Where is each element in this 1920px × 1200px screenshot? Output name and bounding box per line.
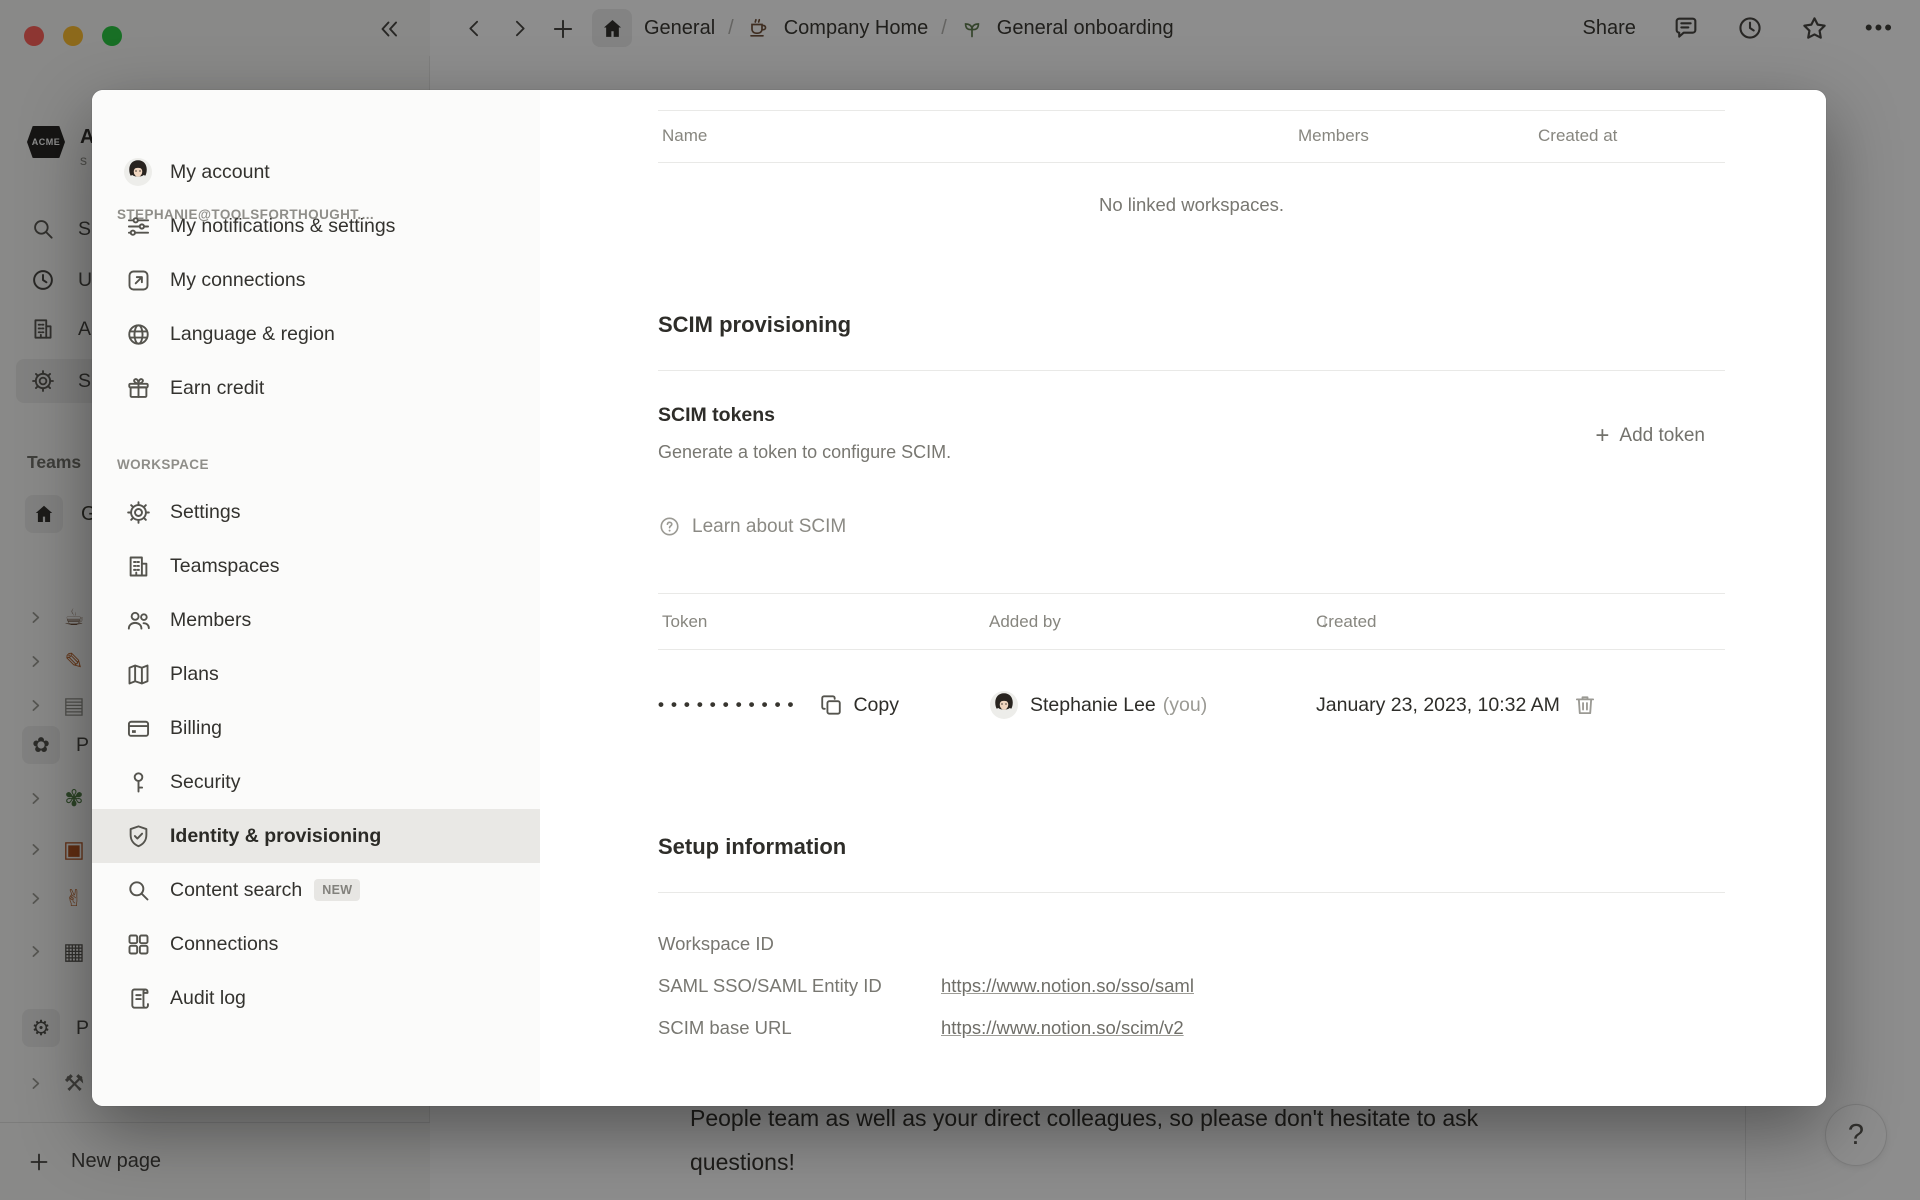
scim-provisioning-heading: SCIM provisioning bbox=[658, 312, 851, 338]
add-token-button[interactable]: + Add token bbox=[1595, 425, 1705, 447]
grid-icon bbox=[122, 928, 154, 960]
settings-item-teamspaces[interactable]: Teamspaces bbox=[92, 539, 540, 593]
scroll-icon bbox=[122, 982, 154, 1014]
settings-item-my-connections[interactable]: My connections bbox=[92, 253, 540, 307]
workspace-section-header: WORKSPACE bbox=[117, 457, 209, 472]
column-header-created-at: Created at bbox=[1538, 126, 1617, 146]
token-table-header: Token Added by Created ↓ bbox=[658, 593, 1725, 650]
sliders-icon bbox=[122, 210, 154, 242]
settings-item-language-region[interactable]: Language & region bbox=[92, 307, 540, 361]
settings-item-security[interactable]: Security bbox=[92, 755, 540, 809]
settings-item-members[interactable]: Members bbox=[92, 593, 540, 647]
arrow-up-right-box-icon bbox=[122, 264, 154, 296]
settings-modal: STEPHANIE@TOOLSFORTHOUGHT.... My account… bbox=[92, 90, 1826, 1106]
settings-item-identity-provisioning[interactable]: Identity & provisioning bbox=[92, 809, 540, 863]
setup-row-saml-entity-id: SAML SSO/SAML Entity ID https://www.noti… bbox=[658, 975, 1725, 1001]
created-cell: January 23, 2023, 10:32 AM bbox=[1316, 692, 1598, 718]
section-divider bbox=[658, 370, 1725, 371]
building-icon bbox=[122, 550, 154, 582]
settings-item-content-search[interactable]: Content search NEW bbox=[92, 863, 540, 917]
settings-item-notifications[interactable]: My notifications & settings bbox=[92, 199, 540, 253]
empty-state-text: No linked workspaces. bbox=[658, 194, 1725, 216]
gear-icon bbox=[122, 496, 154, 528]
setup-row-workspace-id: Workspace ID bbox=[658, 933, 1725, 959]
added-by-cell: Stephanie Lee (you) bbox=[989, 690, 1207, 720]
settings-sidebar: STEPHANIE@TOOLSFORTHOUGHT.... My account… bbox=[92, 90, 540, 1106]
credit-card-icon bbox=[122, 712, 154, 744]
sort-descending-icon: ↓ bbox=[1321, 612, 1330, 632]
settings-item-connections[interactable]: Connections bbox=[92, 917, 540, 971]
settings-content: Name Members Created at No linked worksp… bbox=[540, 90, 1826, 1106]
settings-item-earn-credit[interactable]: Earn credit bbox=[92, 361, 540, 415]
learn-about-scim-link[interactable]: Learn about SCIM bbox=[658, 515, 846, 538]
new-badge: NEW bbox=[314, 879, 360, 901]
scim-base-url-link[interactable]: https://www.notion.so/scim/v2 bbox=[941, 1017, 1184, 1039]
scim-tokens-description: Generate a token to configure SCIM. bbox=[658, 442, 951, 463]
scim-tokens-title: SCIM tokens bbox=[658, 404, 775, 427]
delete-token-button[interactable] bbox=[1572, 692, 1598, 718]
members-icon bbox=[122, 604, 154, 636]
copy-token-button[interactable]: Copy bbox=[818, 692, 899, 718]
column-header-created[interactable]: Created ↓ bbox=[1316, 612, 1321, 632]
search-icon bbox=[122, 874, 154, 906]
column-header-added-by: Added by bbox=[989, 612, 1061, 632]
gift-icon bbox=[122, 372, 154, 404]
user-avatar bbox=[122, 156, 154, 188]
settings-item-billing[interactable]: Billing bbox=[92, 701, 540, 755]
settings-item-audit-log[interactable]: Audit log bbox=[92, 971, 540, 1025]
settings-item-settings[interactable]: Settings bbox=[92, 485, 540, 539]
masked-token: ••••••••••• bbox=[658, 695, 800, 715]
setup-row-scim-base-url: SCIM base URL https://www.notion.so/scim… bbox=[658, 1017, 1725, 1043]
plus-icon: + bbox=[1595, 426, 1609, 446]
trash-icon bbox=[1572, 692, 1598, 718]
user-avatar bbox=[989, 690, 1019, 720]
settings-item-my-account[interactable]: My account bbox=[92, 145, 540, 199]
column-header-members: Members bbox=[1298, 126, 1369, 146]
app-window: General / Company Home / General onboard… bbox=[0, 0, 1920, 1200]
token-cell: ••••••••••• Copy bbox=[658, 692, 899, 718]
question-circle-icon bbox=[658, 515, 681, 538]
settings-item-plans[interactable]: Plans bbox=[92, 647, 540, 701]
globe-icon bbox=[122, 318, 154, 350]
saml-entity-link[interactable]: https://www.notion.so/sso/saml bbox=[941, 975, 1194, 997]
column-header-token: Token bbox=[662, 612, 707, 632]
key-icon bbox=[122, 766, 154, 798]
token-row: ••••••••••• Copy Stephanie Lee (you) Jan… bbox=[658, 675, 1725, 735]
shield-check-icon bbox=[122, 820, 154, 852]
linked-workspaces-table-header: Name Members Created at bbox=[658, 110, 1725, 163]
copy-icon bbox=[818, 692, 844, 718]
setup-information-heading: Setup information bbox=[658, 834, 846, 860]
column-header-name: Name bbox=[662, 126, 707, 146]
map-icon bbox=[122, 658, 154, 690]
section-divider bbox=[658, 892, 1725, 893]
